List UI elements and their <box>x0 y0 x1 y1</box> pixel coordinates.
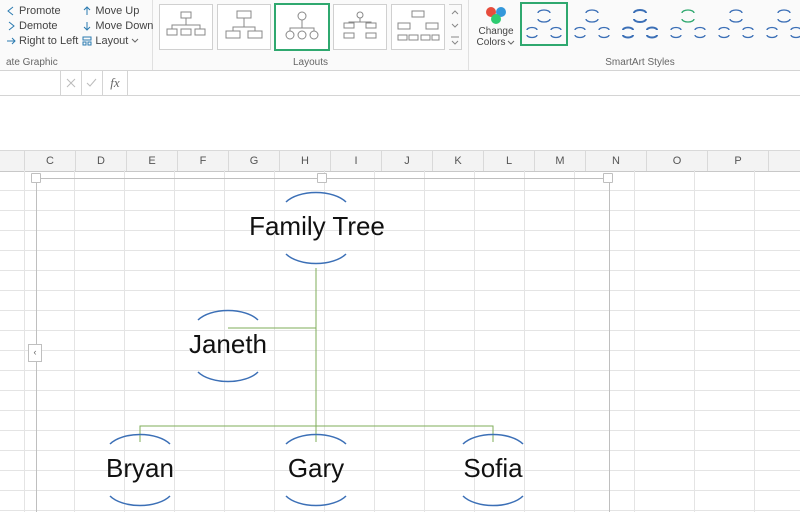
rtl-label: Right to Left <box>19 35 78 47</box>
demote-label: Demote <box>19 20 58 32</box>
enter-formula-button[interactable] <box>82 71 103 95</box>
group-label-create-graphic: ate Graphic <box>6 55 58 68</box>
layout-dropdown[interactable]: Layout <box>82 34 153 48</box>
layout-icon <box>82 36 92 46</box>
style-thumb-icon <box>524 7 564 41</box>
arrow-left-icon <box>6 6 16 16</box>
arrow-right-icon <box>6 21 16 31</box>
movedown-label: Move Down <box>95 20 153 32</box>
rtl-button[interactable]: Right to Left <box>6 34 78 48</box>
change-colors-l1: Change <box>478 26 513 37</box>
style-option-6[interactable] <box>762 4 800 44</box>
ribbon-group-layouts: Layouts <box>153 0 469 70</box>
smartart-connectors <box>0 96 800 512</box>
layout-option-3-selected[interactable] <box>275 4 329 50</box>
chevron-down-icon <box>507 39 515 47</box>
style-thumb-icon <box>572 7 612 41</box>
layout-option-4[interactable] <box>333 4 387 50</box>
layout-option-1[interactable] <box>159 4 213 50</box>
chevron-down-icon <box>131 37 139 45</box>
smartart-node-root[interactable]: Family Tree <box>242 211 392 242</box>
layout-thumb-icon <box>280 9 324 45</box>
layout-thumb-icon <box>396 9 440 45</box>
style-option-2[interactable] <box>570 4 614 44</box>
moveup-label: Move Up <box>95 5 139 17</box>
layout-thumb-icon <box>222 9 266 45</box>
style-thumb-icon <box>668 7 708 41</box>
demote-button[interactable]: Demote <box>6 19 78 33</box>
smartart-node[interactable]: Gary <box>256 453 376 484</box>
style-option-5[interactable] <box>714 4 758 44</box>
insert-function-button[interactable]: fx <box>103 71 128 95</box>
layout-thumb-icon <box>338 9 382 45</box>
smartart-node[interactable]: Janeth <box>163 329 293 360</box>
layout-option-2[interactable] <box>217 4 271 50</box>
check-icon <box>86 78 98 88</box>
change-colors-l2: Colors <box>477 37 506 48</box>
smartart-node[interactable]: Bryan <box>80 453 200 484</box>
arrow-down-icon <box>82 21 92 31</box>
formula-bar: fx <box>0 71 800 96</box>
moveup-button[interactable]: Move Up <box>82 4 153 18</box>
group-label-styles: SmartArt Styles <box>605 55 674 68</box>
movedown-button[interactable]: Move Down <box>82 19 153 33</box>
rtl-icon <box>6 36 16 46</box>
style-option-1-selected[interactable] <box>522 4 566 44</box>
style-thumb-icon <box>620 7 660 41</box>
layouts-gallery-expand[interactable] <box>449 4 462 50</box>
style-option-3[interactable] <box>618 4 662 44</box>
style-thumb-icon <box>716 7 756 41</box>
layout-thumb-icon <box>164 9 208 45</box>
ribbon: Promote Demote Right to Left Move Up <box>0 0 800 71</box>
style-thumb-icon <box>764 7 800 41</box>
style-option-4[interactable] <box>666 4 710 44</box>
cancel-formula-button[interactable] <box>61 71 82 95</box>
group-label-layouts: Layouts <box>293 55 328 68</box>
layout-label: Layout <box>95 35 128 47</box>
worksheet: C D E F G H I J K L M N O P ‹ <box>0 96 800 512</box>
x-icon <box>66 78 76 88</box>
fx-label: fx <box>110 75 119 91</box>
ribbon-group-create-graphic: Promote Demote Right to Left Move Up <box>0 0 153 70</box>
name-box[interactable] <box>0 71 61 95</box>
change-colors-button[interactable]: Change Colors <box>474 4 518 48</box>
promote-label: Promote <box>19 5 61 17</box>
change-colors-icon <box>484 4 508 26</box>
promote-button[interactable]: Promote <box>6 4 78 18</box>
arrow-up-icon <box>82 6 92 16</box>
chevron-down-icon <box>449 19 461 33</box>
layout-option-5[interactable] <box>391 4 445 50</box>
smartart-node[interactable]: Sofia <box>433 453 553 484</box>
more-icon <box>449 33 461 47</box>
ribbon-group-smartart-styles: Change Colors <box>469 0 800 70</box>
chevron-up-icon <box>449 5 461 19</box>
